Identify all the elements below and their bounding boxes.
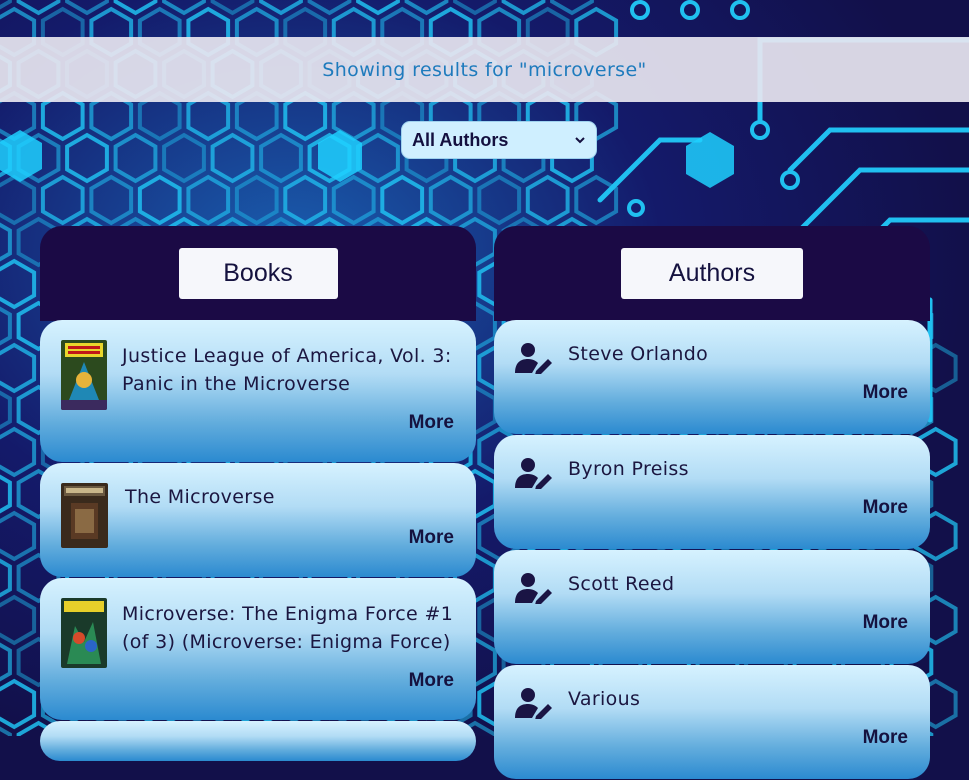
book-title-line: Microverse: The Enigma Force #1 xyxy=(122,603,454,625)
author-name[interactable]: Various xyxy=(568,685,640,713)
book-title[interactable]: Microverse: The Enigma Force #1 (of 3) (… xyxy=(122,600,453,656)
author-card[interactable]: Byron Preiss More xyxy=(494,435,930,549)
more-link[interactable]: More xyxy=(863,727,908,749)
user-pen-icon xyxy=(515,343,552,374)
user-pen-icon xyxy=(515,458,552,489)
more-link[interactable]: More xyxy=(409,527,454,549)
more-link[interactable]: More xyxy=(409,670,454,692)
book-card[interactable]: Justice League of America, Vol. 3: Panic… xyxy=(40,320,476,462)
author-filter-value: All Authors xyxy=(412,129,509,150)
more-link[interactable]: More xyxy=(863,497,908,519)
author-name[interactable]: Scott Reed xyxy=(568,570,674,598)
book-title[interactable]: The Microverse xyxy=(125,483,275,511)
book-title-line: Panic in the Microverse xyxy=(122,373,351,395)
book-cover-thumbnail xyxy=(61,483,108,548)
more-link[interactable]: More xyxy=(863,382,908,404)
book-title-line: The Microverse xyxy=(125,486,275,508)
books-column: Books Justice League of America, Vol. 3:… xyxy=(40,226,476,762)
book-card[interactable]: The Microverse More xyxy=(40,463,476,577)
author-name[interactable]: Byron Preiss xyxy=(568,455,689,483)
more-link[interactable]: More xyxy=(409,412,454,434)
book-title-line: (of 3) (Microverse: Enigma Force) xyxy=(122,631,451,653)
chevron-down-icon xyxy=(575,137,585,144)
author-filter-select[interactable]: All Authors xyxy=(401,121,597,159)
book-title[interactable]: Justice League of America, Vol. 3: Panic… xyxy=(122,342,452,398)
authors-header-label: Authors xyxy=(668,259,756,287)
book-card[interactable] xyxy=(40,721,476,761)
books-header: Books xyxy=(40,226,476,321)
book-cover-thumbnail xyxy=(61,598,107,668)
authors-header: Authors xyxy=(494,226,930,321)
books-tab[interactable]: Books xyxy=(178,248,338,299)
search-results-text: Showing results for "microverse" xyxy=(322,58,647,81)
books-header-label: Books xyxy=(223,259,293,287)
author-card[interactable]: Scott Reed More xyxy=(494,550,930,664)
author-name[interactable]: Steve Orlando xyxy=(568,340,708,368)
user-pen-icon xyxy=(515,688,552,719)
search-results-banner: Showing results for "microverse" xyxy=(0,37,969,102)
book-card[interactable]: Microverse: The Enigma Force #1 (of 3) (… xyxy=(40,578,476,720)
book-cover-thumbnail xyxy=(61,340,107,410)
more-link[interactable]: More xyxy=(863,612,908,634)
author-card[interactable]: Various More xyxy=(494,665,930,779)
user-pen-icon xyxy=(515,573,552,604)
author-card[interactable]: Steve Orlando More xyxy=(494,320,930,434)
book-title-line: Justice League of America, Vol. 3: xyxy=(122,345,452,367)
authors-tab[interactable]: Authors xyxy=(621,248,803,299)
authors-column: Authors Steve Orlando More Byron Preiss … xyxy=(494,226,930,780)
